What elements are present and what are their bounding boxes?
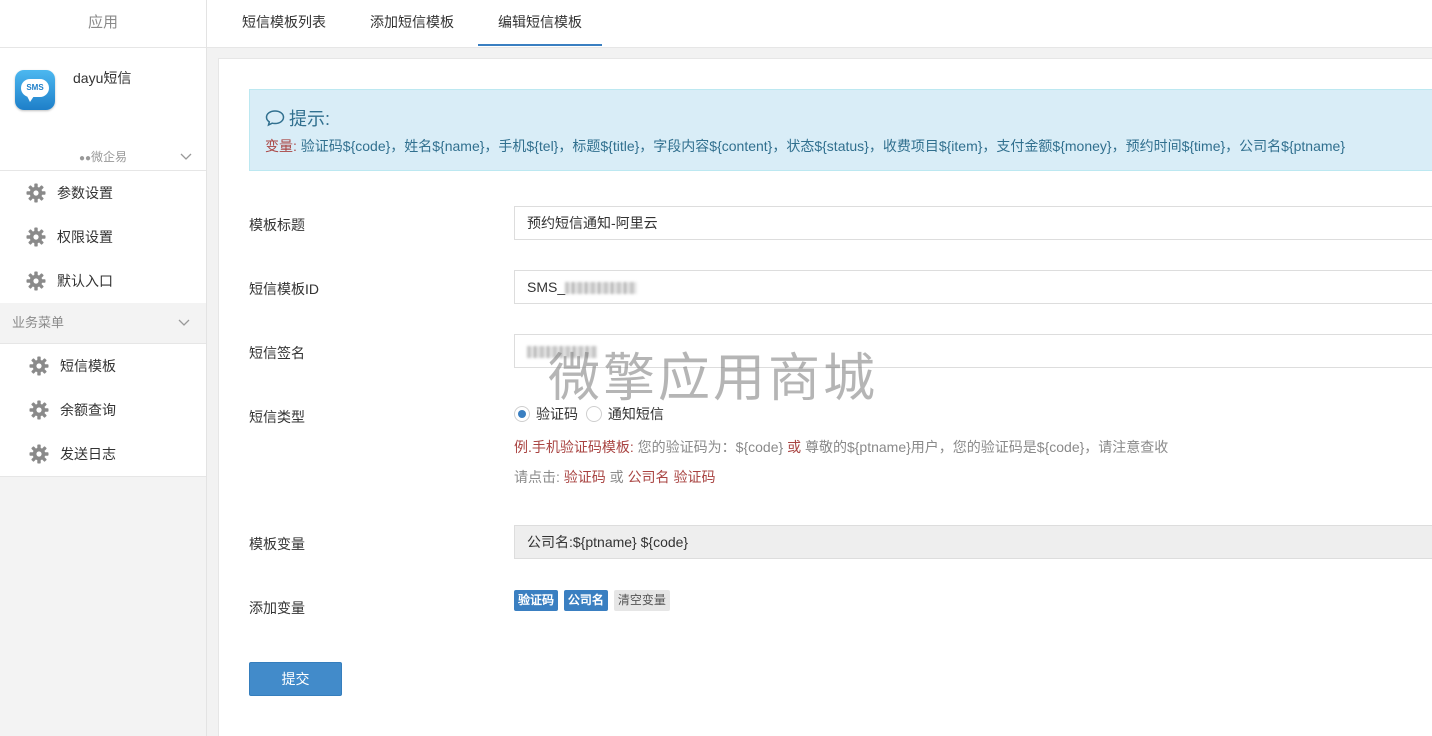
add-vars-label: 添加变量 — [249, 600, 305, 616]
tab-add-template[interactable]: 添加短信模板 — [370, 0, 454, 46]
section-title-label: 业务菜单 — [12, 315, 65, 330]
sidebar-header: 应用 — [0, 0, 206, 48]
tip-text: 验证码${code}，姓名${name}，手机${tel}，标题${title}… — [296, 138, 1345, 154]
example-prefix: 例.手机验证码模板: — [514, 439, 634, 455]
sidebar-item-label: 默认入口 — [57, 273, 113, 289]
gear-icon — [29, 444, 49, 464]
tip-box: 提示: 变量: 验证码${code}，姓名${name}，手机${tel}，标题… — [249, 89, 1432, 171]
sidebar-item-permissions[interactable]: 权限设置 — [0, 215, 206, 259]
example-help: 例.手机验证码模板: 您的验证码为：${code} 或 尊敬的${ptname}… — [514, 437, 1168, 457]
sidebar-item-default-entry[interactable]: 默认入口 — [0, 259, 206, 303]
sidebar-item-sms-templates[interactable]: 短信模板 — [0, 344, 206, 388]
click-or: 或 — [609, 469, 624, 485]
vars-label: 模板变量 — [249, 536, 305, 552]
sidebar-item-label: 短信模板 — [60, 358, 116, 374]
sidebar-item-balance-query[interactable]: 余额查询 — [0, 388, 206, 432]
app-card: SMS dayu短信 ●●微企易 — [0, 48, 206, 170]
gear-icon — [29, 356, 49, 376]
sidebar: 应用 SMS dayu短信 ●●微企易 参数设置 权限设置 默认入口 业务菜单 — [0, 0, 207, 736]
gear-icon — [26, 227, 46, 247]
template-id-label: 短信模板ID — [249, 281, 319, 297]
title-label: 模板标题 — [249, 217, 305, 233]
sidebar-item-label: 权限设置 — [57, 229, 113, 245]
insert-code-link[interactable]: 验证码 — [564, 469, 606, 485]
insert-code-link-2[interactable]: 验证码 — [673, 469, 715, 485]
template-id-input[interactable]: SMS_ — [514, 270, 1432, 304]
add-code-button[interactable]: 验证码 — [514, 590, 559, 611]
add-company-button[interactable]: 公司名 — [563, 590, 608, 611]
sidebar-section-business-menu[interactable]: 业务菜单 — [0, 303, 206, 343]
tip-title: 提示: — [265, 105, 330, 131]
type-label: 短信类型 — [249, 409, 305, 425]
wechat-icon: ●● — [78, 153, 92, 164]
signature-label: 短信签名 — [249, 345, 305, 361]
top-tab-bar: 短信模板列表 添加短信模板 编辑短信模板 — [207, 0, 1432, 48]
radio-verification-code[interactable] — [514, 406, 530, 422]
example-or: 或 — [787, 439, 802, 455]
chevron-down-icon — [178, 303, 190, 343]
chevron-down-icon — [180, 144, 192, 170]
example-part1: 您的验证码为：${code} — [633, 439, 788, 455]
click-help: 请点击: 验证码 或 公司名 验证码 — [514, 467, 715, 487]
gear-icon — [29, 400, 49, 420]
clear-vars-button[interactable]: 清空变量 — [613, 590, 670, 611]
example-part2: 尊敬的${ptname}用户，您的验证码是${code}，请注意查收 — [801, 439, 1169, 455]
watermark-text: 微擎应用商城 — [548, 349, 879, 409]
sidebar-item-send-log[interactable]: 发送日志 — [0, 432, 206, 476]
template-vars-input: 公司名:${ptname} ${code} — [514, 525, 1432, 559]
tip-title-text: 提示: — [289, 109, 331, 129]
app-source-label: 微企易 — [91, 150, 128, 164]
app-name: dayu短信 — [73, 70, 132, 86]
app-logo-text: SMS — [21, 79, 49, 102]
click-prefix: 请点击: — [514, 469, 560, 485]
gear-icon — [26, 183, 46, 203]
tip-prefix: 变量: — [265, 138, 297, 154]
sidebar-item-label: 参数设置 — [57, 185, 113, 201]
template-id-prefix: SMS_ — [527, 279, 566, 295]
comment-icon — [265, 110, 285, 127]
redacted-value — [565, 282, 638, 295]
sms-app-logo-icon: SMS — [15, 70, 55, 110]
title-input[interactable]: 预约短信通知-阿里云 — [514, 206, 1432, 240]
submit-button[interactable]: 提交 — [249, 662, 342, 696]
sidebar-item-params[interactable]: 参数设置 — [0, 171, 206, 215]
insert-company-link[interactable]: 公司名 — [628, 469, 670, 485]
tab-edit-template[interactable]: 编辑短信模板 — [478, 0, 602, 46]
gear-icon — [26, 271, 46, 291]
sidebar-item-label: 发送日志 — [60, 446, 116, 462]
tab-template-list[interactable]: 短信模板列表 — [242, 0, 326, 46]
app-source-toggle[interactable]: ●●微企易 — [0, 144, 206, 170]
tip-variables: 变量: 验证码${code}，姓名${name}，手机${tel}，标题${ti… — [265, 136, 1345, 156]
add-vars-buttons: 验证码 公司名 清空变量 — [514, 590, 672, 611]
sidebar-item-label: 余额查询 — [60, 402, 116, 418]
